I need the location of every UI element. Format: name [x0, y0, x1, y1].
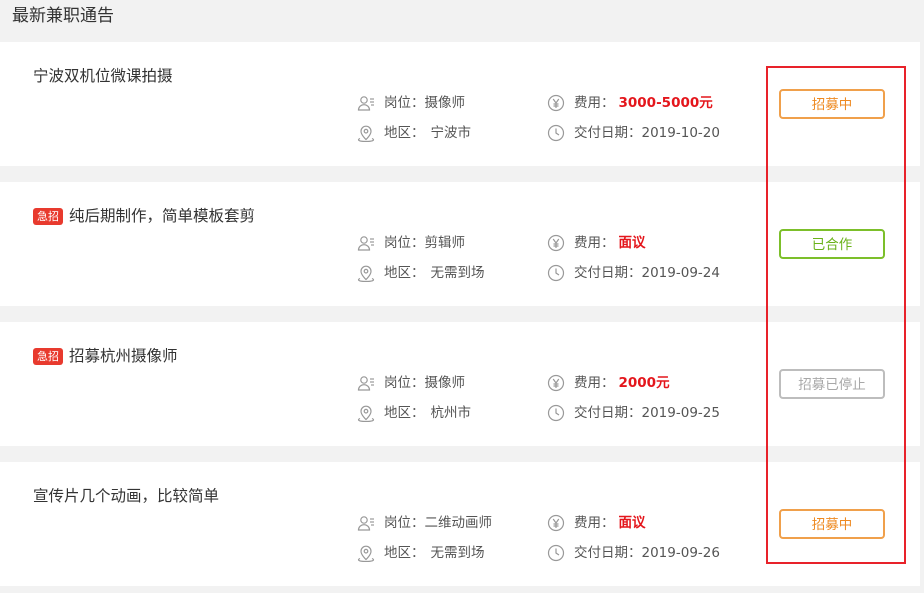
job-title-row[interactable]: 急招 纯后期制作，简单模板套剪 — [33, 206, 255, 226]
urgent-badge: 急招 — [33, 347, 63, 365]
clock-icon — [547, 124, 565, 142]
job-title[interactable]: 宁波双机位微课拍摄 — [33, 66, 173, 86]
job-role: 岗位： 摄像师 — [357, 374, 465, 392]
fee-value: 面议 — [618, 235, 646, 251]
job-card[interactable]: 急招 招募杭州摄像师 岗位： 摄像师 地区： 杭州市 费用： 2000元 交付日… — [0, 322, 920, 446]
job-title-row[interactable]: 宁波双机位微课拍摄 — [33, 66, 173, 86]
user-icon — [357, 374, 375, 392]
job-card[interactable]: 急招 纯后期制作，简单模板套剪 岗位： 剪辑师 地区： 无需到场 费用： 面议 … — [0, 182, 920, 306]
fee-value: 面议 — [618, 515, 646, 531]
job-card[interactable]: 宁波双机位微课拍摄 岗位： 摄像师 地区： 宁波市 费用： 3000-5000元… — [0, 42, 920, 166]
status-button[interactable]: 招募中 — [779, 509, 885, 539]
area-value: 宁波市 — [430, 125, 472, 141]
status-button[interactable]: 招募已停止 — [779, 369, 885, 399]
area-value: 无需到场 — [430, 545, 485, 561]
role-value: 摄像师 — [424, 95, 466, 111]
job-area: 地区： 杭州市 — [357, 404, 471, 422]
clock-icon — [547, 544, 565, 562]
job-fee: 费用： 面议 — [547, 234, 646, 252]
job-role: 岗位： 摄像师 — [357, 94, 465, 112]
fee-value: 2000元 — [618, 375, 670, 391]
urgent-badge: 急招 — [33, 207, 63, 225]
date-label: 交付日期： — [574, 545, 642, 561]
date-label: 交付日期： — [574, 125, 642, 141]
area-label: 地区： — [384, 125, 425, 141]
location-pin-icon — [357, 404, 375, 422]
role-label: 岗位： — [384, 515, 425, 531]
job-title[interactable]: 招募杭州摄像师 — [69, 346, 178, 366]
date-value: 2019-10-20 — [641, 125, 720, 141]
role-value: 二维动画师 — [424, 515, 493, 531]
job-area: 地区： 宁波市 — [357, 124, 471, 142]
yen-icon — [547, 234, 565, 252]
location-pin-icon — [357, 124, 375, 142]
yen-icon — [547, 94, 565, 112]
user-icon — [357, 234, 375, 252]
job-title[interactable]: 宣传片几个动画，比较简单 — [33, 486, 219, 506]
fee-label: 费用： — [574, 95, 615, 111]
job-title[interactable]: 纯后期制作，简单模板套剪 — [69, 206, 255, 226]
location-pin-icon — [357, 264, 375, 282]
job-date: 交付日期： 2019-10-20 — [547, 124, 720, 142]
job-fee: 费用： 3000-5000元 — [547, 94, 713, 112]
user-icon — [357, 94, 375, 112]
job-title-row[interactable]: 急招 招募杭州摄像师 — [33, 346, 178, 366]
job-role: 岗位： 剪辑师 — [357, 234, 465, 252]
job-role: 岗位： 二维动画师 — [357, 514, 492, 532]
section-title: 最新兼职通告 — [12, 6, 114, 26]
role-label: 岗位： — [384, 235, 425, 251]
job-date: 交付日期： 2019-09-25 — [547, 404, 720, 422]
job-date: 交付日期： 2019-09-24 — [547, 264, 720, 282]
fee-label: 费用： — [574, 375, 615, 391]
status-button[interactable]: 已合作 — [779, 229, 885, 259]
area-value: 无需到场 — [430, 265, 485, 281]
role-value: 剪辑师 — [424, 235, 466, 251]
clock-icon — [547, 404, 565, 422]
date-value: 2019-09-26 — [641, 545, 720, 561]
job-area: 地区： 无需到场 — [357, 264, 485, 282]
fee-label: 费用： — [574, 515, 615, 531]
role-label: 岗位： — [384, 95, 425, 111]
yen-icon — [547, 514, 565, 532]
date-label: 交付日期： — [574, 405, 642, 421]
area-label: 地区： — [384, 405, 425, 421]
job-card[interactable]: 宣传片几个动画，比较简单 岗位： 二维动画师 地区： 无需到场 费用： 面议 交… — [0, 462, 920, 586]
date-value: 2019-09-24 — [641, 265, 720, 281]
role-value: 摄像师 — [424, 375, 466, 391]
page: 最新兼职通告 宁波双机位微课拍摄 岗位： 摄像师 地区： 宁波市 费用： 300… — [0, 0, 924, 593]
job-date: 交付日期： 2019-09-26 — [547, 544, 720, 562]
date-label: 交付日期： — [574, 265, 642, 281]
status-button[interactable]: 招募中 — [779, 89, 885, 119]
fee-label: 费用： — [574, 235, 615, 251]
clock-icon — [547, 264, 565, 282]
role-label: 岗位： — [384, 375, 425, 391]
job-fee: 费用： 面议 — [547, 514, 646, 532]
job-fee: 费用： 2000元 — [547, 374, 670, 392]
area-label: 地区： — [384, 265, 425, 281]
fee-value: 3000-5000元 — [618, 95, 713, 111]
job-area: 地区： 无需到场 — [357, 544, 485, 562]
area-value: 杭州市 — [430, 405, 472, 421]
date-value: 2019-09-25 — [641, 405, 720, 421]
yen-icon — [547, 374, 565, 392]
location-pin-icon — [357, 544, 375, 562]
job-title-row[interactable]: 宣传片几个动画，比较简单 — [33, 486, 219, 506]
user-icon — [357, 514, 375, 532]
area-label: 地区： — [384, 545, 425, 561]
